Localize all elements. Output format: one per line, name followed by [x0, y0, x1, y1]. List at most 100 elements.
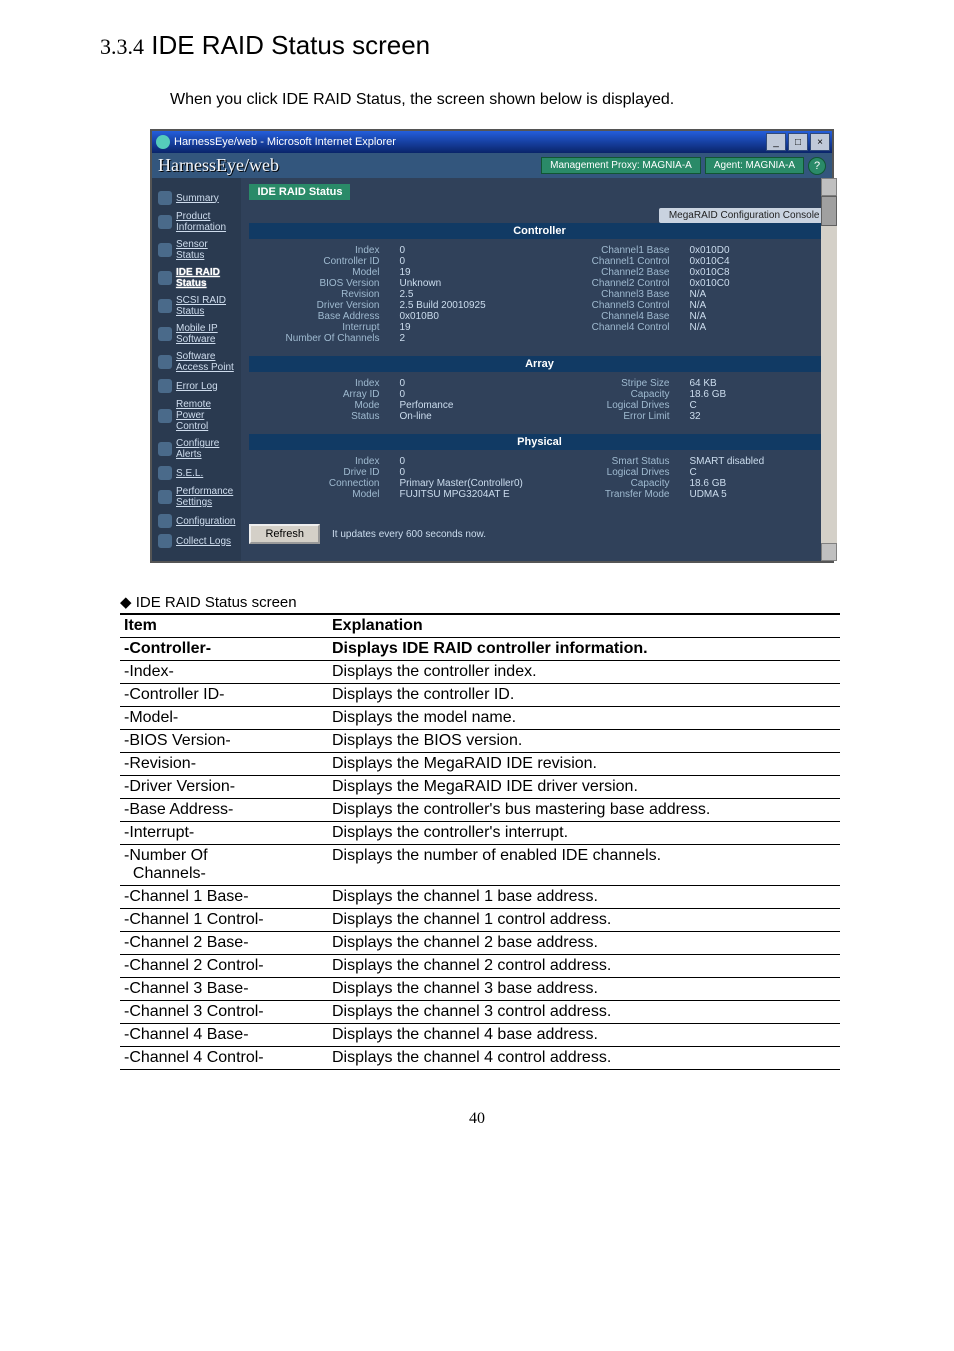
proxy-badge: Management Proxy: MAGNIA-A — [541, 157, 701, 174]
sidebar-icon — [158, 215, 172, 229]
config-console-badge: MegaRAID Configuration Console — [659, 208, 830, 223]
data-cell: Number Of Channels — [259, 333, 379, 344]
table-row-expl: Displays the MegaRAID IDE driver version… — [328, 776, 840, 799]
data-cell: 0 — [399, 256, 529, 267]
data-cell: 18.6 GB — [689, 389, 819, 400]
data-cell: Interrupt — [259, 322, 379, 333]
data-cell: Logical Drives — [549, 467, 669, 478]
sidebar-icon — [158, 409, 172, 423]
table-section-expl: Displays IDE RAID controller information… — [328, 638, 840, 661]
table-row-item: -Channel 3 Base- — [120, 978, 328, 1001]
table-row-expl: Displays the channel 1 base address. — [328, 886, 840, 909]
intro-text: When you click IDE RAID Status, the scre… — [170, 91, 954, 109]
scroll-down-icon[interactable] — [821, 543, 837, 561]
table-row-expl: Displays the channel 2 base address. — [328, 932, 840, 955]
sidebar-item[interactable]: Summary — [156, 188, 237, 208]
data-cell: 0x010D0 — [689, 245, 819, 256]
sidebar-item[interactable]: Configuration — [156, 511, 237, 531]
sidebar-item[interactable]: IDE RAID Status — [156, 264, 237, 292]
agent-badge: Agent: MAGNIA-A — [705, 157, 804, 174]
data-cell: Perfomance — [399, 400, 529, 411]
data-cell: Primary Master(Controller0) — [399, 478, 529, 489]
sidebar-item[interactable]: Mobile IP Software — [156, 320, 237, 348]
data-cell: Status — [259, 411, 379, 422]
table-row-expl: Displays the channel 2 control address. — [328, 955, 840, 978]
data-cell: FUJITSU MPG3204AT E — [399, 489, 529, 500]
data-cell: 0x010B0 — [399, 311, 529, 322]
sidebar-item-label: Sensor Status — [176, 239, 235, 261]
heading-title: IDE RAID Status screen — [151, 30, 430, 60]
data-cell: Capacity — [549, 389, 669, 400]
sidebar-icon — [158, 271, 172, 285]
sidebar-item[interactable]: SCSI RAID Status — [156, 292, 237, 320]
table-row-item: -Channel 3 Control- — [120, 1001, 328, 1024]
table-row-expl: Displays the number of enabled IDE chann… — [328, 845, 840, 886]
data-cell: Channel3 Base — [549, 289, 669, 300]
table-row-expl: Displays the BIOS version. — [328, 730, 840, 753]
explanation-table: Item Explanation -Controller- Displays I… — [120, 613, 840, 1070]
sidebar-item[interactable]: Configure Alerts — [156, 435, 237, 463]
sidebar-item[interactable]: Remote Power Control — [156, 396, 237, 435]
table-row-item: -Controller ID- — [120, 684, 328, 707]
data-cell: SMART disabled — [689, 456, 819, 467]
data-cell: Revision — [259, 289, 379, 300]
table-row-expl: Displays the channel 3 base address. — [328, 978, 840, 1001]
sidebar-item-label: IDE RAID Status — [176, 267, 235, 289]
data-cell: 32 — [689, 411, 819, 422]
data-cell: Controller ID — [259, 256, 379, 267]
sidebar-item-label: Summary — [176, 193, 219, 204]
heading-number: 3.3.4 — [100, 34, 144, 59]
sidebar-item[interactable]: Software Access Point — [156, 348, 237, 376]
table-row-expl: Displays the MegaRAID IDE revision. — [328, 753, 840, 776]
sidebar-item-label: S.E.L. — [176, 468, 203, 479]
page-number: 40 — [0, 1110, 954, 1128]
data-cell: UDMA 5 — [689, 489, 819, 500]
close-button[interactable]: × — [810, 133, 830, 151]
scroll-up-icon[interactable] — [821, 178, 837, 196]
sidebar-item[interactable]: Sensor Status — [156, 236, 237, 264]
data-cell: Stripe Size — [549, 378, 669, 389]
data-cell: 0 — [399, 456, 529, 467]
sidebar-item[interactable]: S.E.L. — [156, 463, 237, 483]
data-cell: 0x010C0 — [689, 278, 819, 289]
scrollbar[interactable] — [821, 178, 837, 561]
data-cell: N/A — [689, 311, 819, 322]
table-head-expl: Explanation — [328, 614, 840, 638]
sidebar-item[interactable]: Product Information — [156, 208, 237, 236]
sidebar-icon — [158, 355, 172, 369]
data-cell: Transfer Mode — [549, 489, 669, 500]
sidebar-icon — [158, 299, 172, 313]
data-cell: Error Limit — [549, 411, 669, 422]
table-row-item: -Channel 1 Base- — [120, 886, 328, 909]
table-row-item: -Channel 4 Base- — [120, 1024, 328, 1047]
scroll-thumb[interactable] — [821, 196, 837, 226]
sidebar-item[interactable]: Error Log — [156, 376, 237, 396]
sidebar-item[interactable]: Collect Logs — [156, 531, 237, 551]
minimize-button[interactable]: _ — [766, 133, 786, 151]
data-cell: 0 — [399, 467, 529, 478]
table-row-item: -Revision- — [120, 753, 328, 776]
help-icon[interactable]: ? — [808, 157, 826, 175]
sidebar-icon — [158, 534, 172, 548]
sidebar-icon — [158, 243, 172, 257]
refresh-button[interactable]: Refresh — [249, 524, 320, 544]
data-cell: C — [689, 467, 819, 478]
data-cell: Unknown — [399, 278, 529, 289]
table-row-item: -Index- — [120, 661, 328, 684]
table-row-item: -Interrupt- — [120, 822, 328, 845]
maximize-button[interactable]: □ — [788, 133, 808, 151]
table-row-item: -BIOS Version- — [120, 730, 328, 753]
data-cell: Channel3 Control — [549, 300, 669, 311]
table-row-item: -Channel 1 Control- — [120, 909, 328, 932]
section-bar-array: Array — [249, 356, 829, 372]
data-cell: N/A — [689, 300, 819, 311]
table-row-item: -Channel 2 Control- — [120, 955, 328, 978]
data-cell: 0x010C8 — [689, 267, 819, 278]
section-bar-controller: Controller — [249, 223, 829, 239]
table-row-expl: Displays the channel 3 control address. — [328, 1001, 840, 1024]
table-row-item: -Channel 4 Control- — [120, 1047, 328, 1070]
panel-title: IDE RAID Status — [249, 184, 350, 200]
sidebar-icon — [158, 442, 172, 456]
sidebar-item[interactable]: Performance Settings — [156, 483, 237, 511]
sidebar-item-label: Collect Logs — [176, 536, 231, 547]
